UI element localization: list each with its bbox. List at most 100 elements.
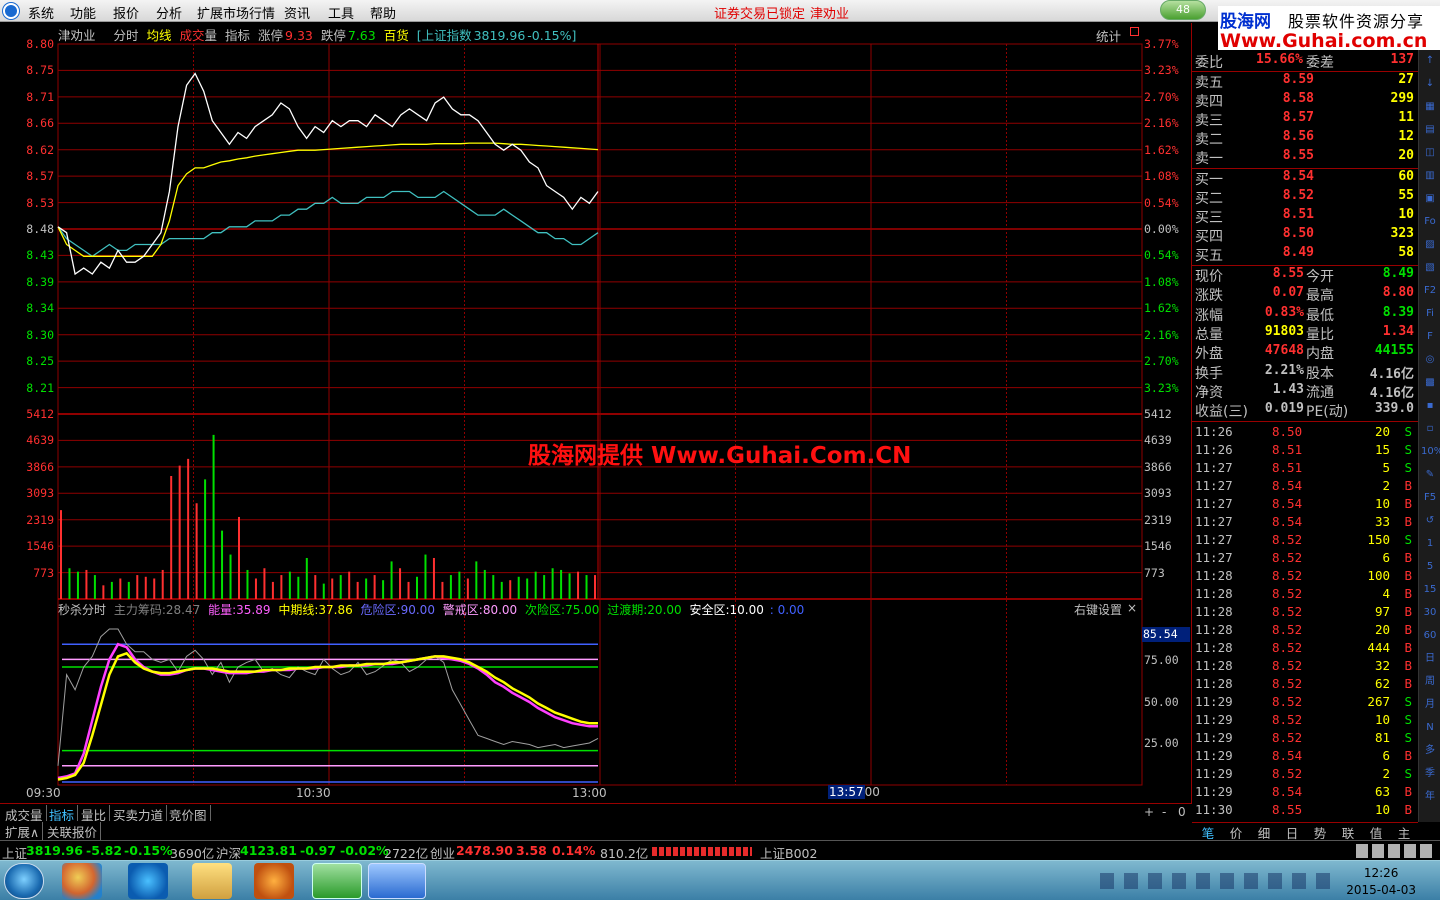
sidebar-tool-icon[interactable]: 季 xyxy=(1421,765,1439,783)
intraday-chart[interactable]: 津劝业 分时 均线 成交量 指标 涨停 9.33 跌停 7.63 百货 [上证指数 3… xyxy=(0,23,1192,803)
sidebar-tool-icon[interactable]: ↓ xyxy=(1421,75,1439,93)
tick-row[interactable]: 11:27 8.52 150 S xyxy=(1194,532,1416,550)
menu-quote[interactable]: 报价 xyxy=(113,3,139,22)
sidebar-tool-icon[interactable]: F5 xyxy=(1421,489,1439,507)
sidebar-tool-icon[interactable]: ▦ xyxy=(1421,98,1439,116)
ask-row[interactable]: 卖五 8.59 27 xyxy=(1194,72,1416,91)
quote-stat-row[interactable]: 总量 91803 量比 1.34 xyxy=(1194,324,1416,343)
sidebar-tool-icon[interactable]: 5 xyxy=(1421,558,1439,576)
quote-stat-row[interactable]: 换手 2.21% 股本 4.16亿 xyxy=(1194,363,1416,382)
zoom-reset-button[interactable]: 0 xyxy=(1178,805,1186,819)
quote-stat-row[interactable]: 收益(三) 0.019 PE(动) 339.0 xyxy=(1194,401,1416,420)
tick-row[interactable]: 11:29 8.54 63 B xyxy=(1194,784,1416,802)
tick-row[interactable]: 11:28 8.52 97 B xyxy=(1194,604,1416,622)
tick-row[interactable]: 11:27 8.54 2 B xyxy=(1194,478,1416,496)
ticker-toolbar-icons[interactable] xyxy=(1356,844,1436,858)
tick-row[interactable]: 11:29 8.52 81 S xyxy=(1194,730,1416,748)
tick-row[interactable]: 11:27 8.52 6 B xyxy=(1194,550,1416,568)
menu-system[interactable]: 系统 xyxy=(28,3,54,22)
quote-stat-row[interactable]: 现价 8.55 今开 8.49 xyxy=(1194,266,1416,285)
sidebar-tool-icon[interactable]: Fo xyxy=(1421,213,1439,231)
quote-stat-row[interactable]: 涨幅 0.83% 最低 8.39 xyxy=(1194,305,1416,324)
menu-news[interactable]: 资讯 xyxy=(284,3,310,22)
bid-row[interactable]: 买二 8.52 55 xyxy=(1194,188,1416,207)
sidebar-tool-icon[interactable]: Fi xyxy=(1421,305,1439,323)
sidebar-tool-icon[interactable]: 周 xyxy=(1421,673,1439,691)
quote-stat-row[interactable]: 外盘 47648 内盘 44155 xyxy=(1194,343,1416,362)
ask-row[interactable]: 卖二 8.56 12 xyxy=(1194,129,1416,148)
tick-row[interactable]: 11:28 8.52 62 B xyxy=(1194,676,1416,694)
ind-name[interactable]: 秒杀分时 xyxy=(58,603,106,617)
taskbar-explorer-icon[interactable] xyxy=(192,863,232,899)
weibi-row[interactable]: 委比 15.66% 委差 137 xyxy=(1194,52,1416,71)
taskbar-app-green-icon[interactable] xyxy=(312,863,362,899)
tick-row[interactable]: 11:30 8.55 10 B xyxy=(1194,802,1416,820)
tick-row[interactable]: 11:27 8.51 5 S xyxy=(1194,460,1416,478)
menu-function[interactable]: 功能 xyxy=(70,3,96,22)
bid-row[interactable]: 买四 8.50 323 xyxy=(1194,226,1416,245)
system-clock[interactable]: 12:26 2015-04-03 xyxy=(1346,865,1416,899)
tab-related-quote[interactable]: 关联报价 xyxy=(44,822,102,841)
quote-stat-row[interactable]: 净资 1.43 流通 4.16亿 xyxy=(1194,382,1416,401)
tick-row[interactable]: 11:26 8.50 20 S xyxy=(1194,424,1416,442)
sidebar-tool-icon[interactable]: F xyxy=(1421,328,1439,346)
menu-tools[interactable]: 工具 xyxy=(328,3,354,22)
notification-badge[interactable]: 48 xyxy=(1160,0,1206,20)
taskbar-media-icon[interactable] xyxy=(254,863,294,899)
sidebar-tool-icon[interactable]: 多 xyxy=(1421,742,1439,760)
zoom-out-button[interactable]: - xyxy=(1162,805,1166,819)
bid-row[interactable]: 买三 8.51 10 xyxy=(1194,207,1416,226)
tick-row[interactable]: 11:29 8.54 6 B xyxy=(1194,748,1416,766)
sidebar-tool-icon[interactable]: N xyxy=(1421,719,1439,737)
sidebar-tool-icon[interactable]: ▩ xyxy=(1421,374,1439,392)
zoom-in-button[interactable]: + xyxy=(1144,805,1154,819)
tick-row[interactable]: 11:28 8.52 20 B xyxy=(1194,622,1416,640)
tick-row[interactable]: 11:26 8.51 15 S xyxy=(1194,442,1416,460)
tick-row[interactable]: 11:29 8.52 2 S xyxy=(1194,766,1416,784)
sidebar-tool-icon[interactable]: F2 xyxy=(1421,282,1439,300)
app-icon[interactable] xyxy=(3,3,19,19)
sidebar-tool-icon[interactable]: 日 xyxy=(1421,650,1439,668)
sidebar-tool-icon[interactable]: ◫ xyxy=(1421,144,1439,162)
sidebar-tool-icon[interactable]: ▪ xyxy=(1421,397,1439,415)
sidebar-tool-icon[interactable]: ▣ xyxy=(1421,190,1439,208)
taskbar-ie-icon[interactable] xyxy=(128,863,168,899)
bid-row[interactable]: 买五 8.49 58 xyxy=(1194,245,1416,264)
sidebar-tool-icon[interactable]: 月 xyxy=(1421,696,1439,714)
tick-row[interactable]: 11:29 8.52 267 S xyxy=(1194,694,1416,712)
quote-stat-row[interactable]: 涨跌 0.07 最高 8.80 xyxy=(1194,285,1416,304)
sidebar-tool-icon[interactable]: 30 xyxy=(1421,604,1439,622)
sidebar-tool-icon[interactable]: ↺ xyxy=(1421,512,1439,530)
sidebar-tool-icon[interactable]: ✎ xyxy=(1421,466,1439,484)
tab-ext-expand[interactable]: 扩展∧ xyxy=(2,822,44,841)
sidebar-tool-icon[interactable]: 15 xyxy=(1421,581,1439,599)
sidebar-tool-icon[interactable]: 年 xyxy=(1421,788,1439,806)
bid-row[interactable]: 买一 8.54 60 xyxy=(1194,169,1416,188)
menu-ext-market[interactable]: 扩展市场行情 xyxy=(197,3,275,22)
tray-icons[interactable] xyxy=(1100,873,1330,889)
sidebar-tool-icon[interactable]: ▥ xyxy=(1421,167,1439,185)
ask-row[interactable]: 卖一 8.55 20 xyxy=(1194,148,1416,167)
menu-analysis[interactable]: 分析 xyxy=(156,3,182,22)
sidebar-tool-icon[interactable]: ▤ xyxy=(1421,121,1439,139)
tick-row[interactable]: 11:27 8.54 10 B xyxy=(1194,496,1416,514)
ask-row[interactable]: 卖四 8.58 299 xyxy=(1194,91,1416,110)
tick-row[interactable]: 11:29 8.52 10 S xyxy=(1194,712,1416,730)
sidebar-tool-icon[interactable]: 10% xyxy=(1421,443,1440,461)
taskbar-app-1-icon[interactable] xyxy=(62,863,102,899)
sidebar-tool-icon[interactable]: ▨ xyxy=(1421,236,1439,254)
sidebar-tool-icon[interactable]: ▧ xyxy=(1421,259,1439,277)
sidebar-tool-icon[interactable]: ↑ xyxy=(1421,52,1439,70)
start-button[interactable] xyxy=(4,863,44,899)
tick-row[interactable]: 11:28 8.52 32 B xyxy=(1194,658,1416,676)
tick-row[interactable]: 11:28 8.52 4 B xyxy=(1194,586,1416,604)
menu-help[interactable]: 帮助 xyxy=(370,3,396,22)
taskbar-trading-app-icon[interactable] xyxy=(368,863,426,899)
tick-row[interactable]: 11:28 8.52 444 B xyxy=(1194,640,1416,658)
right-click-settings[interactable]: 右键设置 xyxy=(1074,601,1122,618)
chart-canvas[interactable] xyxy=(0,23,1192,803)
sidebar-tool-icon[interactable]: 1 xyxy=(1421,535,1439,553)
sidebar-tool-icon[interactable]: ▫ xyxy=(1421,420,1439,438)
tick-row[interactable]: 11:28 8.52 100 B xyxy=(1194,568,1416,586)
indicator-close-icon[interactable]: × xyxy=(1127,601,1137,615)
